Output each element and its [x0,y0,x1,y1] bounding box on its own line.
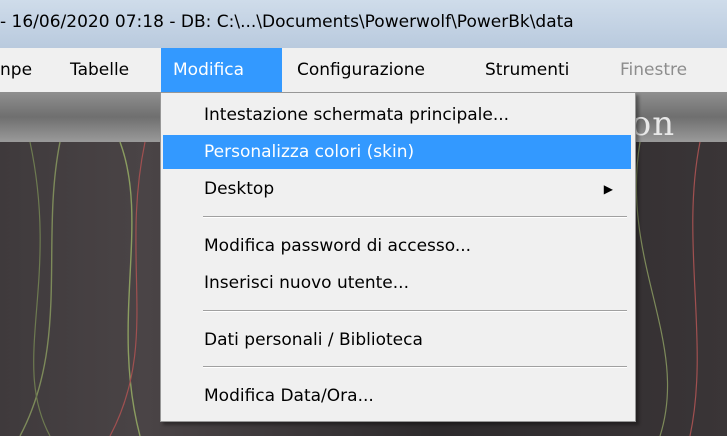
menu-bar: npe Tabelle Modifica Configurazione Stru… [0,48,727,93]
menu-separator [203,310,627,312]
chevron-right-icon: ▶ [603,182,613,196]
menu-item-nuovo-utente[interactable]: Inserisci nuovo utente... [163,266,631,300]
menu-item-label: Modifica Data/Ora... [204,386,374,406]
title-bar: - 16/06/2020 07:18 - DB: C:\...\Document… [0,0,727,48]
menu-item-label: Dati personali / Biblioteca [204,330,423,350]
menu-separator [203,366,627,368]
menu-finestre[interactable]: Finestre [620,48,720,92]
menu-item-desktop[interactable]: Desktop ▶ [163,172,631,206]
menu-separator [203,216,627,218]
menu-item-intestazione[interactable]: Intestazione schermata principale... [163,98,631,132]
window-title: - 16/06/2020 07:18 - DB: C:\...\Document… [0,12,574,32]
menu-item-label: Desktop [204,179,275,199]
menu-item-modifica-password[interactable]: Modifica password di accesso... [163,229,631,263]
menu-configurazione[interactable]: Configurazione [297,48,467,92]
modifica-dropdown-menu: Intestazione schermata principale... Per… [160,92,636,422]
menu-item-label: Inserisci nuovo utente... [204,273,409,293]
menu-item-dati-personali[interactable]: Dati personali / Biblioteca [163,323,631,357]
menu-strumenti[interactable]: Strumenti [485,48,595,92]
menu-item-personalizza-colori[interactable]: Personalizza colori (skin) [163,135,631,169]
menu-tabelle[interactable]: Tabelle [70,48,152,92]
menu-item-modifica-data-ora[interactable]: Modifica Data/Ora... [163,379,631,413]
menu-modifica[interactable]: Modifica [161,48,282,92]
menu-item-label: Intestazione schermata principale... [204,105,510,125]
menu-item-label: Modifica password di accesso... [204,236,472,256]
menu-item-label: Personalizza colori (skin) [204,142,415,162]
menu-stampe[interactable]: npe [0,48,60,92]
